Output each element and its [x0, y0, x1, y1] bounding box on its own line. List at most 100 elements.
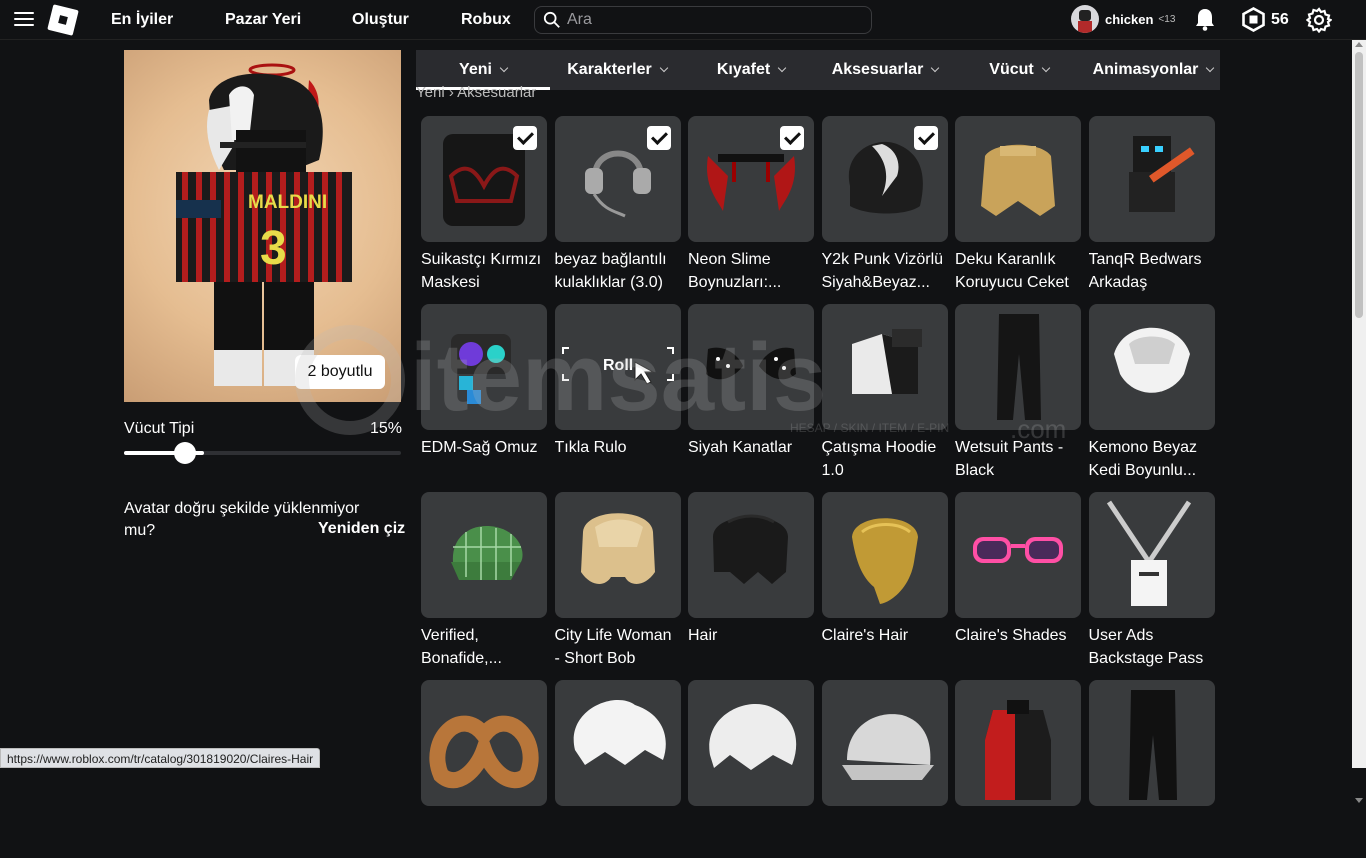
- item-name[interactable]: [822, 812, 948, 858]
- item-thumbnail[interactable]: [955, 304, 1081, 430]
- search-box[interactable]: [534, 6, 872, 34]
- item-thumbnail[interactable]: [821, 304, 948, 430]
- item-name[interactable]: Siyah Kanatlar: [688, 436, 814, 482]
- item-thumbnail[interactable]: [688, 304, 814, 430]
- nav-link-charts[interactable]: En İyiler: [111, 11, 173, 29]
- item-thumbnail[interactable]: [554, 492, 681, 618]
- gear-icon[interactable]: [1306, 7, 1332, 33]
- item-card[interactable]: Y2k Punk Vizörlü Siyah&Beyaz...: [821, 116, 948, 294]
- item-name[interactable]: Neon Slime Boynuzları:...: [688, 248, 814, 294]
- item-card[interactable]: Siyah Kanatlar: [688, 304, 814, 482]
- item-card[interactable]: Neon Slime Boynuzları:...: [688, 116, 814, 294]
- item-thumbnail[interactable]: [1088, 492, 1215, 618]
- item-name[interactable]: Hair: [688, 624, 814, 670]
- item-name[interactable]: Claire's Shades: [955, 624, 1081, 670]
- search-input[interactable]: [567, 11, 857, 29]
- item-thumbnail[interactable]: [554, 680, 681, 806]
- user-profile-link[interactable]: chicken <13: [1071, 5, 1175, 33]
- item-thumbnail[interactable]: [955, 680, 1081, 806]
- item-card[interactable]: [554, 680, 681, 858]
- equipped-checkbox-icon[interactable]: [513, 126, 537, 150]
- nav-link-marketplace[interactable]: Pazar Yeri: [225, 11, 301, 29]
- tab-4[interactable]: Vücut: [952, 50, 1086, 90]
- item-thumbnail[interactable]: [955, 116, 1081, 242]
- breadcrumb-item-accessories[interactable]: Aksesuarlar: [457, 84, 536, 100]
- item-thumbnail[interactable]: [421, 116, 547, 242]
- item-name[interactable]: Y2k Punk Vizörlü Siyah&Beyaz...: [822, 248, 948, 294]
- equipped-checkbox-icon[interactable]: [913, 126, 938, 150]
- tab-3[interactable]: Aksesuarlar: [818, 50, 952, 90]
- item-thumbnail[interactable]: [821, 116, 948, 242]
- item-card[interactable]: [688, 680, 814, 858]
- item-thumbnail[interactable]: [955, 492, 1081, 618]
- item-card[interactable]: Verified, Bonafide,...: [421, 492, 547, 670]
- item-thumbnail[interactable]: [1088, 680, 1215, 806]
- item-name[interactable]: Wetsuit Pants - Black: [955, 436, 1081, 482]
- item-name[interactable]: Kemono Beyaz Kedi Boyunlu...: [1089, 436, 1215, 482]
- item-name[interactable]: Deku Karanlık Koruyucu Ceket: [955, 248, 1081, 294]
- item-name[interactable]: User Ads Backstage Pass: [1089, 624, 1215, 670]
- scroll-thumb[interactable]: [1355, 52, 1363, 318]
- breadcrumb-item-new[interactable]: Yeni: [416, 84, 445, 100]
- item-card[interactable]: Kemono Beyaz Kedi Boyunlu...: [1088, 304, 1215, 482]
- bell-icon[interactable]: [1194, 7, 1216, 31]
- item-name[interactable]: Çatışma Hoodie 1.0: [822, 436, 948, 482]
- item-name[interactable]: Suikastçı Kırmızı Maskesi: [421, 248, 547, 294]
- item-thumbnail[interactable]: [421, 680, 547, 806]
- item-thumbnail[interactable]: [688, 680, 814, 806]
- tab-2[interactable]: Kıyafet: [684, 50, 818, 90]
- item-card[interactable]: Deku Karanlık Koruyucu Ceket: [955, 116, 1081, 294]
- item-name[interactable]: [421, 812, 547, 858]
- item-thumbnail[interactable]: [421, 492, 547, 618]
- item-card[interactable]: EDM-Sağ Omuz: [421, 304, 547, 482]
- nav-link-create[interactable]: Oluştur: [352, 11, 409, 29]
- item-thumbnail[interactable]: [1088, 304, 1215, 430]
- item-thumbnail[interactable]: [421, 304, 547, 430]
- menu-icon[interactable]: [14, 12, 34, 28]
- item-name[interactable]: Tıkla Rulo: [555, 436, 681, 482]
- body-type-slider-thumb[interactable]: [173, 442, 196, 464]
- item-name[interactable]: TanqR Bedwars Arkadaş: [1089, 248, 1215, 294]
- item-card[interactable]: [821, 680, 948, 858]
- robux-balance[interactable]: 56: [1271, 11, 1289, 29]
- tab-5[interactable]: Animasyonlar: [1086, 50, 1220, 90]
- scroll-down-icon[interactable]: [1355, 798, 1363, 803]
- nav-link-robux[interactable]: Robux: [461, 11, 511, 29]
- redraw-button[interactable]: Yeniden çiz: [318, 520, 405, 538]
- equipped-checkbox-icon[interactable]: [646, 126, 671, 150]
- item-card[interactable]: [955, 680, 1081, 858]
- equipped-checkbox-icon[interactable]: [780, 126, 804, 150]
- item-name[interactable]: Claire's Hair: [822, 624, 948, 670]
- scroll-up-icon[interactable]: [1355, 42, 1363, 47]
- item-card[interactable]: City Life Woman - Short Bob: [554, 492, 681, 670]
- item-name[interactable]: [1089, 812, 1215, 858]
- item-card[interactable]: Suikastçı Kırmızı Maskesi: [421, 116, 547, 294]
- item-thumbnail[interactable]: [688, 492, 814, 618]
- item-card[interactable]: [1088, 680, 1215, 858]
- dimension-toggle-button[interactable]: 2 boyutlu: [295, 355, 385, 389]
- item-name[interactable]: [688, 812, 814, 858]
- item-thumbnail[interactable]: Roll: [554, 304, 681, 430]
- item-name[interactable]: City Life Woman - Short Bob: [555, 624, 681, 670]
- item-name[interactable]: Verified, Bonafide,...: [421, 624, 547, 670]
- item-thumbnail[interactable]: [1088, 116, 1215, 242]
- roblox-logo[interactable]: [47, 4, 79, 36]
- item-name[interactable]: [555, 812, 681, 858]
- item-card[interactable]: beyaz bağlantılı kulaklıklar (3.0): [554, 116, 681, 294]
- page-scrollbar[interactable]: [1352, 40, 1366, 803]
- item-card[interactable]: Hair: [688, 492, 814, 670]
- item-card[interactable]: Claire's Shades: [955, 492, 1081, 670]
- tab-1[interactable]: Karakterler: [550, 50, 684, 90]
- item-name[interactable]: beyaz bağlantılı kulaklıklar (3.0): [555, 248, 681, 294]
- item-name[interactable]: [955, 812, 1081, 858]
- item-card[interactable]: Wetsuit Pants - Black: [955, 304, 1081, 482]
- robux-icon[interactable]: [1241, 7, 1266, 32]
- item-name[interactable]: EDM-Sağ Omuz: [421, 436, 547, 482]
- item-thumbnail[interactable]: [688, 116, 814, 242]
- item-thumbnail[interactable]: [821, 680, 948, 806]
- item-thumbnail[interactable]: [821, 492, 948, 618]
- item-card[interactable]: Claire's Hair: [821, 492, 948, 670]
- item-card[interactable]: Çatışma Hoodie 1.0: [821, 304, 948, 482]
- item-card[interactable]: Roll Tıkla Rulo: [554, 304, 681, 482]
- item-card[interactable]: User Ads Backstage Pass: [1088, 492, 1215, 670]
